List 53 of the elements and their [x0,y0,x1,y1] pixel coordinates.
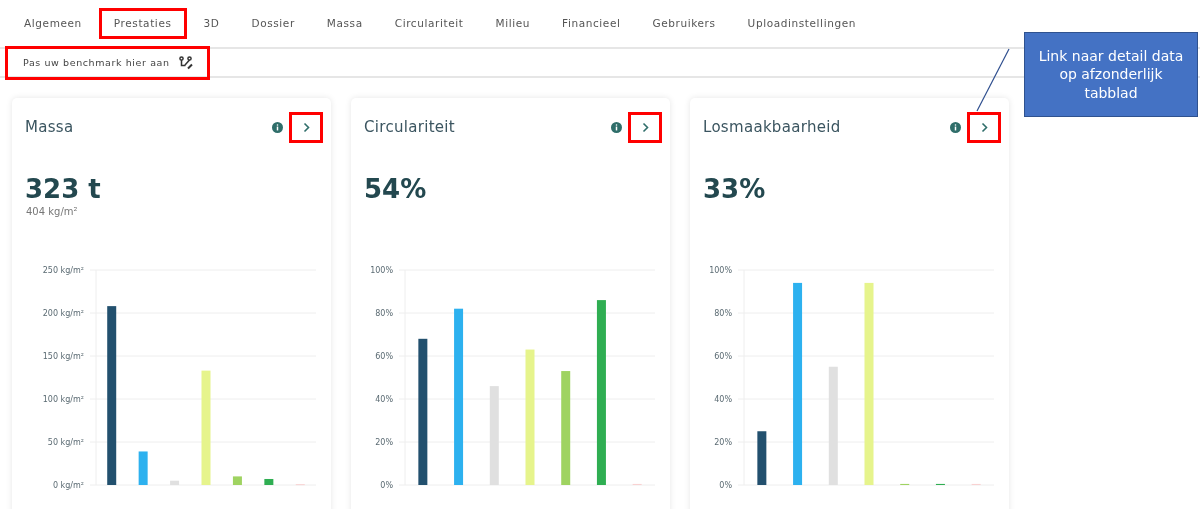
axis-label: 60% [375,352,393,361]
chevron-right-icon [302,121,310,133]
axis-label: 40% [714,395,732,404]
axis-label: 60% [714,352,732,361]
card-title: Losmaakbaarheid [703,118,842,136]
leader-line [975,48,1011,112]
detail-link[interactable] [967,111,1001,143]
bar [264,479,274,485]
tab[interactable]: Gebruikers [640,11,728,36]
axis-label: 100 kg/m² [42,395,84,404]
info-icon[interactable] [950,121,961,133]
axis-label: 200 kg/m² [42,309,84,318]
tab[interactable]: Circulariteit [382,11,476,36]
metric-value: 33% [702,173,767,204]
tab[interactable]: 3D [191,11,232,36]
benchmark-button[interactable]: Pas uw benchmark hier aan [8,48,207,77]
axis-label: 20% [375,438,393,447]
branch-edit-icon [178,55,193,70]
axis-label: 0% [380,481,393,490]
bar [138,451,148,485]
detail-link[interactable] [628,111,662,143]
info-icon[interactable] [611,121,622,133]
tab[interactable]: Prestaties [101,11,184,36]
metric-value: 54% [363,173,428,204]
axis-label: 100% [709,266,732,275]
axis-label: 50 kg/m² [47,438,84,447]
axis-label: 0% [719,481,732,490]
tab[interactable]: Massa [314,11,375,36]
card-title: Massa [25,118,75,136]
bar [232,476,242,485]
tab[interactable]: Uploadinstellingen [735,11,868,36]
tab[interactable]: Dossier [239,11,307,36]
metric-value: 323 t [24,173,102,204]
tab[interactable]: Algemeen [12,11,94,36]
axis-label: 100% [370,266,393,275]
chevron-right-icon [641,121,649,133]
axis-label: 40% [375,395,393,404]
axis-label: 20% [714,438,732,447]
axis-label: 0 kg/m² [52,481,84,490]
axis-label: 80% [375,309,393,318]
axis-label: 250 kg/m² [42,266,84,275]
metric-subvalue: 404 kg/m² [25,205,79,219]
bar [757,431,767,485]
detail-link[interactable] [289,111,323,143]
info-icon[interactable] [272,121,283,133]
tab[interactable]: Financieel [550,11,633,36]
axis-label: 150 kg/m² [42,352,84,361]
card-title: Circulariteit [364,118,456,136]
chevron-right-icon [980,121,988,133]
bar [170,480,180,485]
callout-note: Link naar detail data op afzonderlijk tabblad [1024,32,1198,117]
tab[interactable]: Milieu [483,11,542,36]
axis-label: 80% [714,309,732,318]
